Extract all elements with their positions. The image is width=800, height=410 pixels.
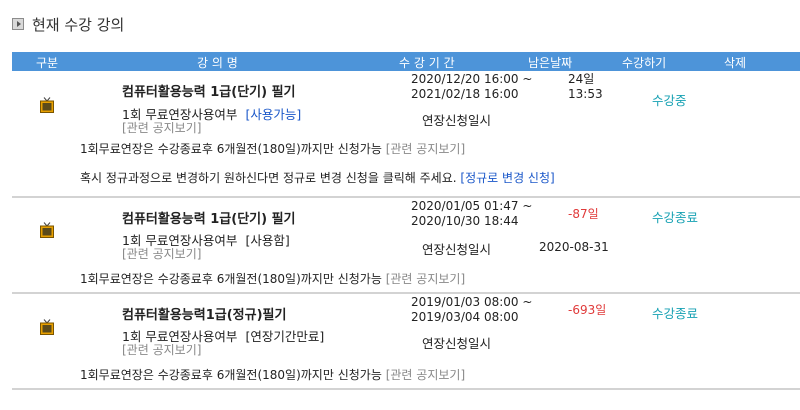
extension-rule: 1회무료연장은 수강종료후 6개월전(180일)까지만 신청가능 [관련 공지보… <box>80 140 465 157</box>
course-title[interactable]: 컴퓨터활용능력 1급(단기) 필기 <box>122 208 296 227</box>
table-header: 구분 강 의 명 수 강 기 간 남은날짜 수강하기 삭제 <box>12 52 800 71</box>
extension-status: [연장기간만료] <box>245 329 325 344</box>
remaining-days: -87일 <box>568 207 599 221</box>
course-status: 수강종료 <box>652 306 699 321</box>
rule-text: 1회무료연장은 수강종료후 6개월전(180일)까지만 신청가능 <box>80 368 382 382</box>
course-status: 수강종료 <box>652 210 699 225</box>
change-to-regular-link[interactable]: [정규로 변경 신청] <box>460 171 554 185</box>
extension-status[interactable]: [사용가능] <box>245 107 301 122</box>
rule-text: 1회무료연장은 수강종료후 6개월전(180일)까지만 신청가능 <box>80 142 382 156</box>
apply-date: 2020-08-31 <box>539 240 609 254</box>
row-divider <box>12 388 800 390</box>
change-text: 혹시 정규과정으로 변경하기 원하신다면 정규로 변경 신청을 클릭해 주세요. <box>80 171 457 185</box>
apply-label: 연장신청일시 <box>422 336 492 351</box>
tv-icon <box>40 319 54 335</box>
notice-link[interactable]: [관련 공지보기] <box>122 341 201 358</box>
header-type: 구분 <box>36 56 59 70</box>
course-title[interactable]: 컴퓨터활용능력1급(정규)필기 <box>122 304 286 323</box>
remaining: 24일 13:53 <box>568 72 603 102</box>
period-start: 2020/12/20 16:00 ~ <box>411 72 533 86</box>
period: 2020/12/20 16:00 ~2021/02/18 16:00 <box>411 72 532 102</box>
section-title-text: 현재 수강 강의 <box>32 15 125 34</box>
square-arrow-icon <box>12 18 24 30</box>
course-title[interactable]: 컴퓨터활용능력 1급(단기) 필기 <box>122 81 296 100</box>
extension-rule: 1회무료연장은 수강종료후 6개월전(180일)까지만 신청가능 [관련 공지보… <box>80 366 465 383</box>
tv-icon <box>40 222 54 238</box>
section-title: 현재 수강 강의 <box>12 14 124 34</box>
period-end: 2020/10/30 18:44 <box>411 214 519 228</box>
table-row: 컴퓨터활용능력 1급(단기) 필기 1회 무료연장사용여부 [사용가능] [관련 … <box>12 71 800 196</box>
remaining-days: -693일 <box>568 303 607 317</box>
header-period: 수 강 기 간 <box>399 56 455 70</box>
notice-link[interactable]: [관련 공지보기] <box>122 245 201 262</box>
rule-notice-link[interactable]: [관련 공지보기] <box>386 368 465 382</box>
header-course-name: 강 의 명 <box>197 56 238 70</box>
apply-label: 연장신청일시 <box>422 113 492 128</box>
table-row: 컴퓨터활용능력 1급(단기) 필기 1회 무료연장사용여부 [사용함] [관련 공… <box>12 198 800 292</box>
extension-status: [사용함] <box>245 233 290 248</box>
study-now-button[interactable]: 수강중 <box>652 90 687 109</box>
extension-rule: 1회무료연장은 수강종료후 6개월전(180일)까지만 신청가능 [관련 공지보… <box>80 270 465 287</box>
rule-notice-link[interactable]: [관련 공지보기] <box>386 272 465 286</box>
remaining-time: 13:53 <box>568 87 603 101</box>
period-start: 2020/01/05 01:47 ~ <box>411 199 533 213</box>
table-row: 컴퓨터활용능력1급(정규)필기 1회 무료연장사용여부 [연장기간만료] [관련 … <box>12 294 800 388</box>
header-status: 수강하기 <box>622 56 667 70</box>
period-end: 2019/03/04 08:00 <box>411 310 519 324</box>
change-notice: 혹시 정규과정으로 변경하기 원하신다면 정규로 변경 신청을 클릭해 주세요.… <box>80 169 555 186</box>
period: 2020/01/05 01:47 ~2020/10/30 18:44 <box>411 199 532 229</box>
header-delete: 삭제 <box>724 56 747 70</box>
apply-label: 연장신청일시 <box>422 242 492 257</box>
rule-notice-link[interactable]: [관련 공지보기] <box>386 142 465 156</box>
rule-text: 1회무료연장은 수강종료후 6개월전(180일)까지만 신청가능 <box>80 272 382 286</box>
period: 2019/01/03 08:00 ~2019/03/04 08:00 <box>411 295 532 325</box>
period-start: 2019/01/03 08:00 ~ <box>411 295 533 309</box>
header-remaining: 남은날짜 <box>528 56 573 70</box>
tv-icon <box>40 97 54 113</box>
remaining-days: 24일 <box>568 72 595 86</box>
period-end: 2021/02/18 16:00 <box>411 87 519 101</box>
notice-link[interactable]: [관련 공지보기] <box>122 119 201 136</box>
